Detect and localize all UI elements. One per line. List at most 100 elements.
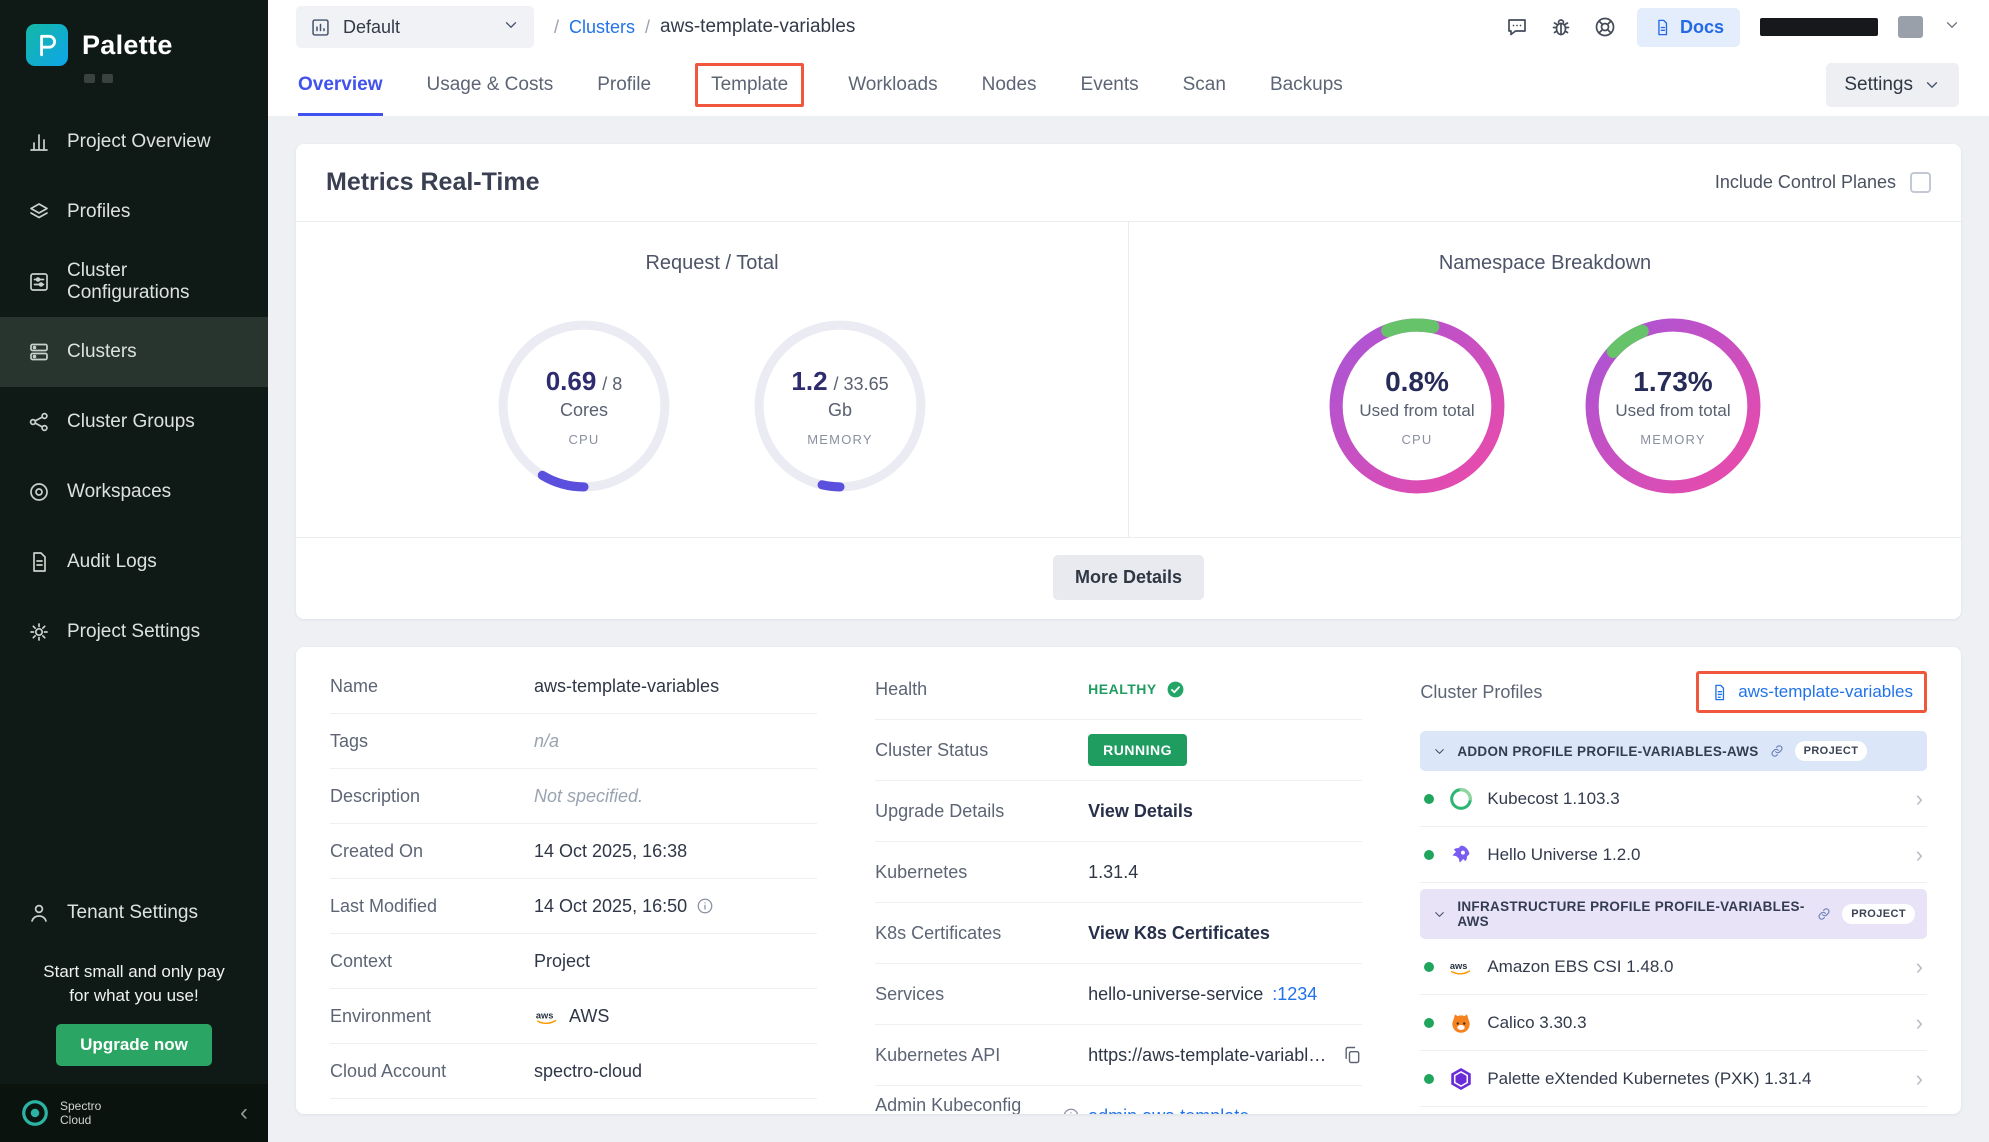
chevron-down-icon: [502, 16, 520, 39]
infrastructure-profile-header-label: INFRASTRUCTURE PROFILE PROFILE-VARIABLES…: [1457, 899, 1806, 929]
profile-item-amazon-ebs-csi[interactable]: aws Amazon EBS CSI 1.48.0: [1420, 939, 1927, 995]
request-total-title: Request / Total: [645, 252, 778, 275]
avatar[interactable]: [1898, 16, 1923, 38]
namespace-cpu-center: 0.8% Used from total CPU: [1326, 315, 1508, 497]
tab-label: Workloads: [848, 74, 937, 96]
view-details-link[interactable]: View Details: [1088, 801, 1193, 822]
bug-report-icon[interactable]: [1549, 15, 1573, 39]
sidebar-item-label: Cluster Groups: [67, 411, 195, 433]
admin-kubeconfig-link[interactable]: admin.aws-template-: [1088, 1106, 1255, 1115]
help-lifebuoy-icon[interactable]: [1593, 15, 1617, 39]
tab-usage-costs[interactable]: Usage & Costs: [427, 54, 554, 116]
memory-total-value: / 33.65: [834, 374, 889, 395]
docs-button[interactable]: Docs: [1637, 8, 1740, 47]
calico-icon: [1447, 1009, 1474, 1036]
cpu-request-value: 0.69: [546, 366, 597, 397]
user-gear-icon: [27, 901, 51, 925]
sidebar-item-label: Project Overview: [67, 131, 211, 153]
sidebar-item-cluster-configurations[interactable]: Cluster Configurations: [0, 247, 268, 317]
tab-label: Overview: [298, 74, 383, 96]
copy-icon[interactable]: [1342, 1045, 1362, 1065]
tab-overview[interactable]: Overview: [298, 54, 383, 116]
docs-label: Docs: [1680, 17, 1724, 38]
detail-row-services: Services hello-universe-service :1234: [875, 964, 1362, 1025]
tab-workloads[interactable]: Workloads: [848, 54, 937, 116]
detail-label: Cluster Status: [875, 740, 1080, 761]
detail-label: Created On: [330, 841, 526, 862]
description-value: Not specified.: [534, 786, 643, 807]
tab-scan[interactable]: Scan: [1183, 54, 1226, 116]
donuts: 0.8% Used from total CPU 1.73% Used from…: [1326, 315, 1764, 497]
settings-button[interactable]: Settings: [1826, 63, 1959, 107]
metrics-card: Metrics Real-Time Include Control Planes…: [296, 144, 1961, 619]
detail-row-k8s-certificates: K8s Certificates View K8s Certificates: [875, 903, 1362, 964]
upgrade-now-button[interactable]: Upgrade now: [56, 1024, 212, 1066]
include-control-planes-checkbox[interactable]: [1910, 172, 1931, 193]
namespace-memory-caption: Used from total: [1615, 401, 1730, 421]
target-icon: [27, 480, 51, 504]
aws-logo-icon: aws: [1447, 953, 1474, 980]
tab-nodes[interactable]: Nodes: [982, 54, 1037, 116]
include-label: Include Control Planes: [1715, 172, 1896, 193]
view-k8s-certificates-link[interactable]: View K8s Certificates: [1088, 923, 1270, 944]
infrastructure-profile-section-header[interactable]: INFRASTRUCTURE PROFILE PROFILE-VARIABLES…: [1420, 889, 1927, 939]
project-selector[interactable]: Default: [296, 6, 534, 48]
addon-profile-section-header[interactable]: ADDON PROFILE PROFILE-VARIABLES-AWS PROJ…: [1420, 731, 1927, 771]
chevron-down-icon: [1432, 907, 1447, 922]
tab-label: Backups: [1270, 74, 1343, 96]
created-on-value: 14 Oct 2025, 16:38: [534, 841, 687, 862]
sidebar-item-tenant-settings[interactable]: Tenant Settings: [0, 878, 268, 948]
service-port-link[interactable]: :1234: [1272, 984, 1317, 1005]
template-tab-highlight-box: Template: [695, 63, 804, 107]
detail-label: Services: [875, 984, 1080, 1005]
namespace-breakdown-title: Namespace Breakdown: [1439, 252, 1651, 275]
profile-item-pxk[interactable]: Palette eXtended Kubernetes (PXK) 1.31.4: [1420, 1051, 1927, 1107]
more-details-button[interactable]: More Details: [1053, 555, 1204, 600]
tab-template[interactable]: Template: [695, 54, 804, 116]
info-icon[interactable]: [1062, 1107, 1080, 1114]
sidebar-item-audit-logs[interactable]: Audit Logs: [0, 527, 268, 597]
cluster-profiles-column: Cluster Profiles aws-template-variables …: [1420, 659, 1927, 1114]
profile-item-name: Calico 3.30.3: [1487, 1013, 1586, 1033]
metrics-body: Request / Total 0.69/ 8 Cores CPU: [296, 222, 1961, 537]
cluster-tabbar: Overview Usage & Costs Profile Template …: [268, 54, 1989, 116]
profile-item-calico[interactable]: Calico 3.30.3: [1420, 995, 1927, 1051]
profile-item-ubuntu[interactable]: Ubuntu (AWS) 22.04: [1420, 1107, 1927, 1114]
tab-events[interactable]: Events: [1081, 54, 1139, 116]
palette-logo-icon: [26, 24, 68, 66]
sidebar-item-clusters[interactable]: Clusters: [0, 317, 268, 387]
profile-item-kubecost[interactable]: Kubecost 1.103.3: [1420, 771, 1927, 827]
breadcrumb-link-clusters[interactable]: Clusters: [569, 17, 635, 38]
footer-line: Cloud: [60, 1113, 101, 1127]
profile-item-hello-universe[interactable]: Hello Universe 1.2.0: [1420, 827, 1927, 883]
memory-gauge: 1.2/ 33.65 Gb MEMORY: [749, 315, 931, 497]
cluster-profile-link-highlighted[interactable]: aws-template-variables: [1696, 671, 1927, 713]
kubeconfig-label-text: Admin Kubeconfig File: [875, 1095, 1054, 1114]
tab-backups[interactable]: Backups: [1270, 54, 1343, 116]
info-icon[interactable]: [696, 897, 714, 915]
spectro-cloud-logo-icon: [20, 1098, 50, 1128]
cpu-gauge-center: 0.69/ 8 Cores CPU: [493, 315, 675, 497]
profile-item-name: Palette eXtended Kubernetes (PXK) 1.31.4: [1487, 1069, 1811, 1089]
sidebar-item-project-settings[interactable]: Project Settings: [0, 597, 268, 667]
sidebar-item-cluster-groups[interactable]: Cluster Groups: [0, 387, 268, 457]
detail-row-cluster-status: Cluster Status RUNNING: [875, 720, 1362, 781]
metrics-header: Metrics Real-Time Include Control Planes: [296, 144, 1961, 222]
sidebar-collapse-chevron[interactable]: [240, 1099, 248, 1127]
namespace-cpu-caption: Used from total: [1359, 401, 1474, 421]
sidebar-item-workspaces[interactable]: Workspaces: [0, 457, 268, 527]
sidebar-item-label: Audit Logs: [67, 551, 157, 573]
detail-label: Environment: [330, 1006, 526, 1027]
tabs: Overview Usage & Costs Profile Template …: [298, 54, 1343, 116]
chat-icon[interactable]: [1505, 15, 1529, 39]
sidebar-item-label: Project Settings: [67, 621, 200, 643]
tab-label: Scan: [1183, 74, 1226, 96]
last-modified-value: 14 Oct 2025, 16:50: [534, 896, 687, 917]
sidebar-item-label: Clusters: [67, 341, 137, 363]
namespace-cpu-label: CPU: [1401, 432, 1432, 447]
user-menu-chevron-icon[interactable]: [1943, 16, 1961, 39]
tab-profile[interactable]: Profile: [597, 54, 651, 116]
topbar: Default / Clusters / aws-template-variab…: [268, 0, 1989, 54]
sidebar-item-project-overview[interactable]: Project Overview: [0, 107, 268, 177]
sidebar-item-profiles[interactable]: Profiles: [0, 177, 268, 247]
